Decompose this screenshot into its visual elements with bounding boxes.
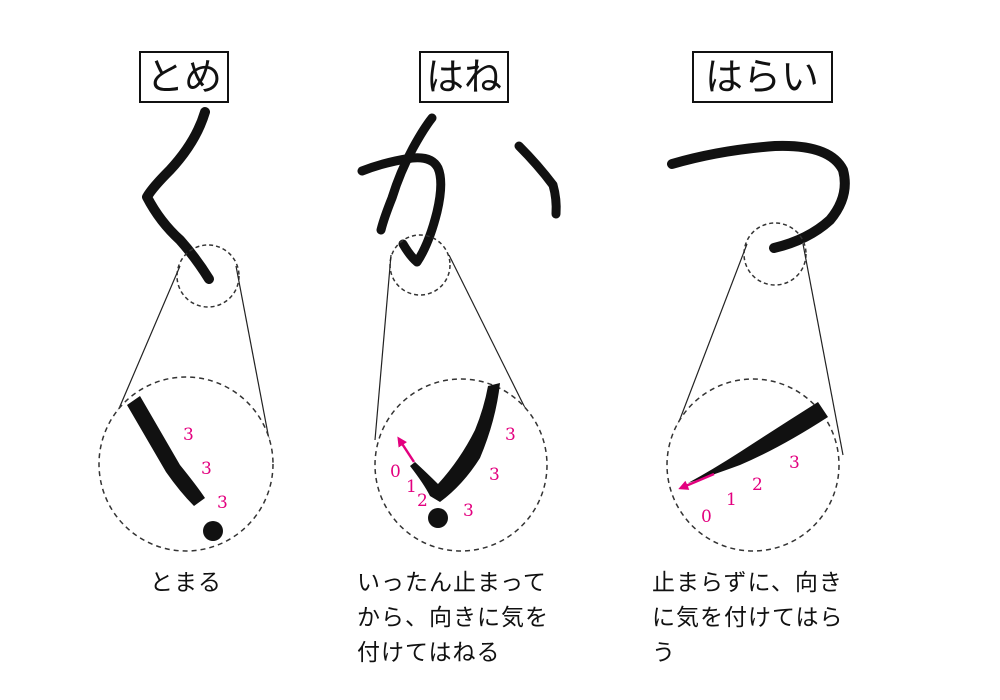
stop-dot: [428, 508, 448, 528]
caption-line: から、向きに気を: [357, 605, 549, 631]
caption-line: う: [652, 640, 676, 666]
kana-stroke-ka-2: [376, 113, 437, 235]
zoom-detail-circle: [666, 378, 840, 552]
pressure-number: 1: [726, 490, 737, 510]
caption-line: 付けてはねる: [357, 640, 501, 666]
caption-line: とまる: [150, 570, 222, 596]
title-tome: とめ: [146, 55, 222, 99]
stop-dot: [203, 521, 223, 541]
pressure-number: 3: [505, 425, 516, 445]
title-harai: はらい: [705, 55, 819, 99]
title-hane: はね: [426, 55, 502, 99]
kana-stroke-tsu: [667, 140, 850, 253]
caption-harai: 止まらずに、向き に気を付けてはら う: [652, 566, 844, 671]
pressure-number: 3: [217, 493, 228, 513]
panel-hane: はね 0 1 2 3 3 3: [357, 51, 561, 552]
kana-stroke-ku: [142, 107, 214, 284]
pressure-number: 3: [463, 501, 474, 521]
pressure-number: 3: [183, 425, 194, 445]
kana-stroke-ka-3: [514, 141, 561, 219]
caption-line: に気を付けてはら: [652, 605, 844, 631]
pressure-number: 2: [752, 475, 763, 495]
pressure-number: 3: [789, 453, 800, 473]
pressure-number: 3: [489, 465, 500, 485]
panel-harai: はらい 0 1 2 3: [666, 51, 850, 552]
caption-tome: とまる: [150, 566, 222, 601]
caption-line: 止まらずに、向き: [652, 570, 843, 596]
caption-line: いったん止まって: [357, 570, 547, 596]
caption-hane: いったん止まって から、向きに気を 付けてはねる: [357, 566, 549, 671]
zoom-detail-circle: [98, 376, 274, 552]
panel-tome: とめ 3 3 3: [98, 51, 274, 552]
pressure-number: 3: [201, 459, 212, 479]
pressure-number: 2: [417, 491, 428, 511]
pressure-number: 0: [701, 507, 712, 527]
pressure-number: 0: [390, 462, 401, 482]
zoom-source-circle: [743, 222, 807, 286]
zoom-line-left: [374, 254, 392, 441]
pressure-number: 1: [406, 477, 417, 497]
